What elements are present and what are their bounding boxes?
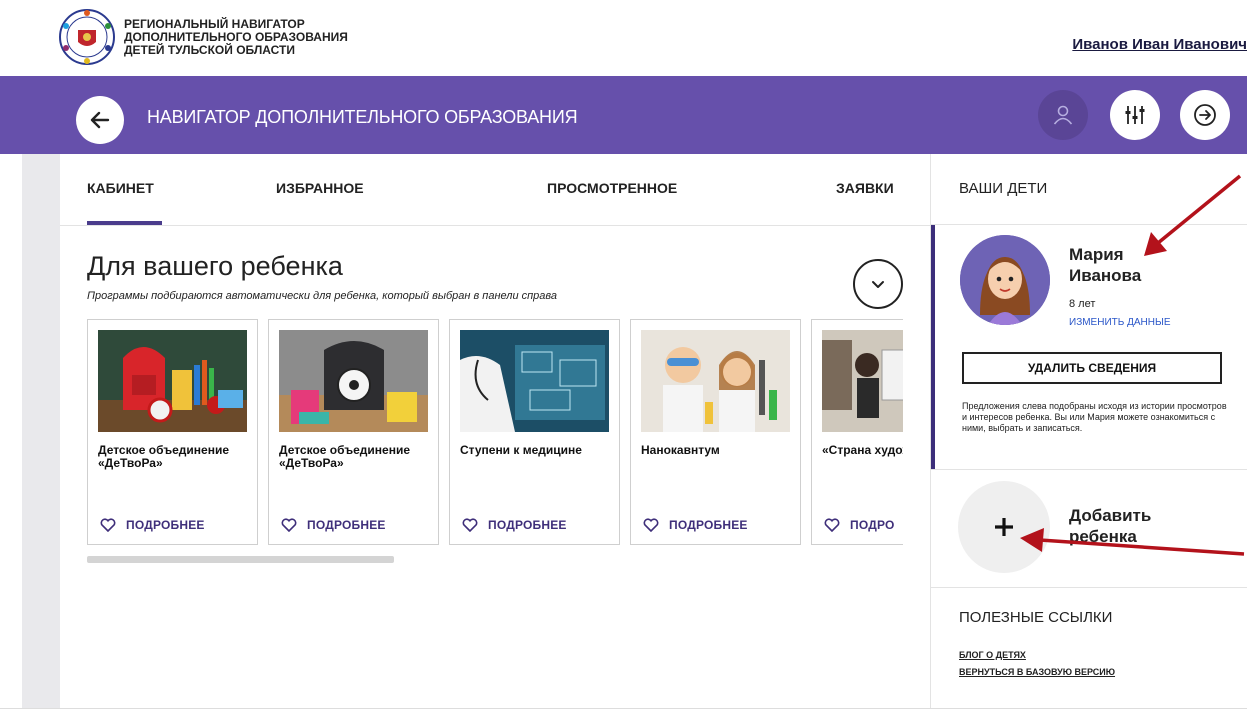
- card-title[interactable]: «Страна художнико: [822, 444, 903, 457]
- child-name: Мария Иванова: [1069, 245, 1142, 285]
- card-footer: ПОДРОБНЕЕ: [643, 518, 748, 532]
- logout-button[interactable]: [1180, 90, 1230, 140]
- nav-bar: НАВИГАТОР ДОПОЛНИТЕЛЬНОГО ОБРАЗОВАНИЯ: [0, 76, 1247, 154]
- card-image: [98, 330, 247, 432]
- org-name: РЕГИОНАЛЬНЫЙ НАВИГАТОР ДОПОЛНИТЕЛЬНОГО О…: [124, 18, 348, 57]
- more-link[interactable]: ПОДРОБНЕЕ: [669, 518, 748, 532]
- sliders-icon: [1125, 106, 1145, 124]
- user-name-link[interactable]: Иванов Иван Иванович: [1072, 36, 1247, 53]
- heart-icon[interactable]: [281, 518, 297, 532]
- blog-link[interactable]: БЛОГ О ДЕТЯХ: [959, 650, 1026, 660]
- program-card[interactable]: Детское объединение «ДеТвоРа» ПОДРОБНЕЕ: [87, 319, 258, 545]
- program-card[interactable]: Нанокавнтум ПОДРОБНЕЕ: [630, 319, 801, 545]
- children-panel: ВАШИ ДЕТИ Мария Иванова 8 лет ИЗМЕНИТЬ Д…: [930, 154, 1247, 709]
- program-carousel: Детское объединение «ДеТвоРа» ПОДРОБНЕЕ …: [87, 319, 903, 545]
- divider: [931, 587, 1247, 588]
- card-footer: ПОДРОБНЕЕ: [281, 518, 386, 532]
- card-title[interactable]: Ступени к медицине: [460, 444, 610, 457]
- card-image: [641, 330, 790, 432]
- collapse-button[interactable]: [853, 259, 903, 309]
- recommendation-note: Предложения слева подобраны исходя из ис…: [962, 401, 1227, 433]
- top-header: РЕГИОНАЛЬНЫЙ НАВИГАТОР ДОПОЛНИТЕЛЬНОГО О…: [0, 0, 1247, 76]
- card-image: [279, 330, 428, 432]
- divider: [931, 469, 1247, 470]
- carousel-scrollbar[interactable]: [87, 556, 394, 563]
- heart-icon[interactable]: [100, 518, 116, 532]
- arrow-left-icon: [90, 111, 110, 129]
- heart-icon[interactable]: [462, 518, 478, 532]
- profile-button[interactable]: [1038, 90, 1088, 140]
- emblem-logo: [58, 8, 116, 66]
- nav-title: НАВИГАТОР ДОПОЛНИТЕЛЬНОГО ОБРАЗОВАНИЯ: [147, 107, 578, 127]
- left-sidebar-strip: [22, 154, 60, 709]
- active-tab-indicator: [87, 221, 162, 225]
- user-icon: [1053, 105, 1073, 125]
- basic-version-link[interactable]: ВЕРНУТЬСЯ В БАЗОВУЮ ВЕРСИЮ: [959, 667, 1115, 677]
- useful-links-heading: ПОЛЕЗНЫЕ ССЫЛКИ: [959, 609, 1113, 626]
- heart-icon[interactable]: [824, 518, 840, 532]
- tab-favorites[interactable]: ИЗБРАННОЕ: [276, 180, 364, 196]
- exit-arrow-icon: [1194, 104, 1216, 126]
- section-title: Для вашего ребенка: [87, 251, 343, 281]
- more-link[interactable]: ПОДРОБНЕЕ: [307, 518, 386, 532]
- section-subtitle: Программы подбираются автоматически для …: [87, 290, 558, 302]
- edit-child-link[interactable]: ИЗМЕНИТЬ ДАННЫЕ: [1069, 317, 1171, 328]
- more-link[interactable]: ПОДРОБНЕЕ: [126, 518, 205, 532]
- card-image: [822, 330, 903, 432]
- card-title[interactable]: Нанокавнтум: [641, 444, 791, 457]
- org-name-line: ДЕТЕЙ ТУЛЬСКОЙ ОБЛАСТИ: [124, 43, 295, 57]
- child-age: 8 лет: [1069, 298, 1096, 310]
- child-avatar[interactable]: [960, 235, 1050, 325]
- children-heading: ВАШИ ДЕТИ: [959, 180, 1048, 197]
- tab-viewed[interactable]: ПРОСМОТРЕННОЕ: [547, 180, 677, 196]
- cabinet-tabs: КАБИНЕТ ИЗБРАННОЕ ПРОСМОТРЕННОЕ ЗАЯВКИ: [60, 154, 930, 226]
- program-card[interactable]: Детское объединение «ДеТвоРа» ПОДРОБНЕЕ: [268, 319, 439, 545]
- card-title[interactable]: Детское объединение «ДеТвоРа»: [98, 444, 248, 470]
- card-footer: ПОДРОБНЕЕ: [100, 518, 205, 532]
- heart-icon[interactable]: [643, 518, 659, 532]
- plus-icon: [995, 518, 1013, 536]
- program-card[interactable]: Ступени к медицине ПОДРОБНЕЕ: [449, 319, 620, 545]
- back-button[interactable]: [76, 96, 124, 144]
- tab-cabinet[interactable]: КАБИНЕТ: [87, 180, 154, 196]
- program-card[interactable]: «Страна художнико ПОДРО: [811, 319, 903, 545]
- more-link[interactable]: ПОДРОБНЕЕ: [488, 518, 567, 532]
- card-footer: ПОДРОБНЕЕ: [462, 518, 567, 532]
- child-card: Мария Иванова 8 лет ИЗМЕНИТЬ ДАННЫЕ УДАЛ…: [931, 225, 1247, 469]
- card-footer: ПОДРО: [824, 518, 895, 532]
- more-link[interactable]: ПОДРО: [850, 518, 895, 532]
- filter-button[interactable]: [1110, 90, 1160, 140]
- tab-requests[interactable]: ЗАЯВКИ: [836, 180, 894, 196]
- card-image: [460, 330, 609, 432]
- delete-child-button[interactable]: УДАЛИТЬ СВЕДЕНИЯ: [962, 352, 1222, 384]
- add-child-button[interactable]: [958, 481, 1050, 573]
- chevron-down-icon: [872, 281, 884, 288]
- card-title[interactable]: Детское объединение «ДеТвоРа»: [279, 444, 429, 470]
- add-child-label[interactable]: Добавить ребенка: [1069, 505, 1189, 547]
